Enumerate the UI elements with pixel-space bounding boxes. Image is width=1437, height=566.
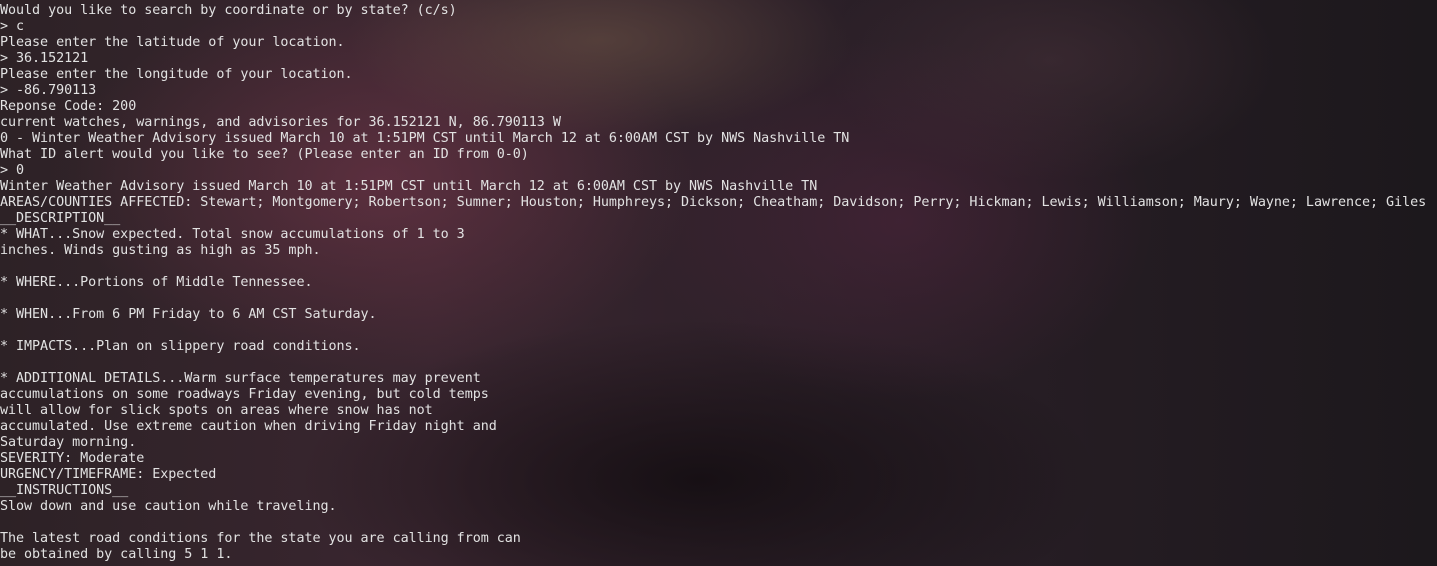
description-line: will allow for slick spots on areas wher… [0,403,433,418]
alert-list-item: 0 - Winter Weather Advisory issued March… [0,131,850,146]
description-line: * IMPACTS...Plan on slippery road condit… [0,339,361,354]
instructions-line: The latest road conditions for the state… [0,531,521,546]
description-line: accumulations on some roadways Friday ev… [0,387,489,402]
prompt-search-mode: Would you like to search by coordinate o… [0,3,457,18]
severity-line: SEVERITY: Moderate [0,451,145,466]
alert-title-line: Winter Weather Advisory issued March 10 … [0,179,818,194]
description-heading: __DESCRIPTION__ [0,211,121,226]
description-line: * WHAT...Snow expected. Total snow accum… [0,227,465,242]
terminal-output: Would you like to search by coordinate o… [0,3,1426,563]
user-input-alert-id: > 0 [0,163,25,178]
instructions-line: Slow down and use caution while travelin… [0,499,337,514]
urgency-line: URGENCY/TIMEFRAME: Expected [0,467,217,482]
description-line: inches. Winds gusting as high as 35 mph. [0,243,321,258]
description-line: accumulated. Use extreme caution when dr… [0,419,497,434]
description-line: * ADDITIONAL DETAILS...Warm surface temp… [0,371,481,386]
instructions-heading: __INSTRUCTIONS__ [0,483,129,498]
description-line: * WHERE...Portions of Middle Tennessee. [0,275,313,290]
areas-affected-line: AREAS/COUNTIES AFFECTED: Stewart; Montgo… [0,195,1427,210]
user-input-latitude: > 36.152121 [0,51,89,66]
description-line: * WHEN...From 6 PM Friday to 6 AM CST Sa… [0,307,377,322]
instructions-line: be obtained by calling 5 1 1. [0,547,233,562]
user-input-longitude: > -86.790113 [0,83,97,98]
prompt-latitude: Please enter the latitude of your locati… [0,35,345,50]
description-line: Saturday morning. [0,435,137,450]
response-code-line: Reponse Code: 200 [0,99,137,114]
alerts-header-line: current watches, warnings, and advisorie… [0,115,561,130]
prompt-longitude: Please enter the longitude of your locat… [0,67,353,82]
user-input-mode: > c [0,19,25,34]
prompt-alert-id: What ID alert would you like to see? (Pl… [0,147,529,162]
